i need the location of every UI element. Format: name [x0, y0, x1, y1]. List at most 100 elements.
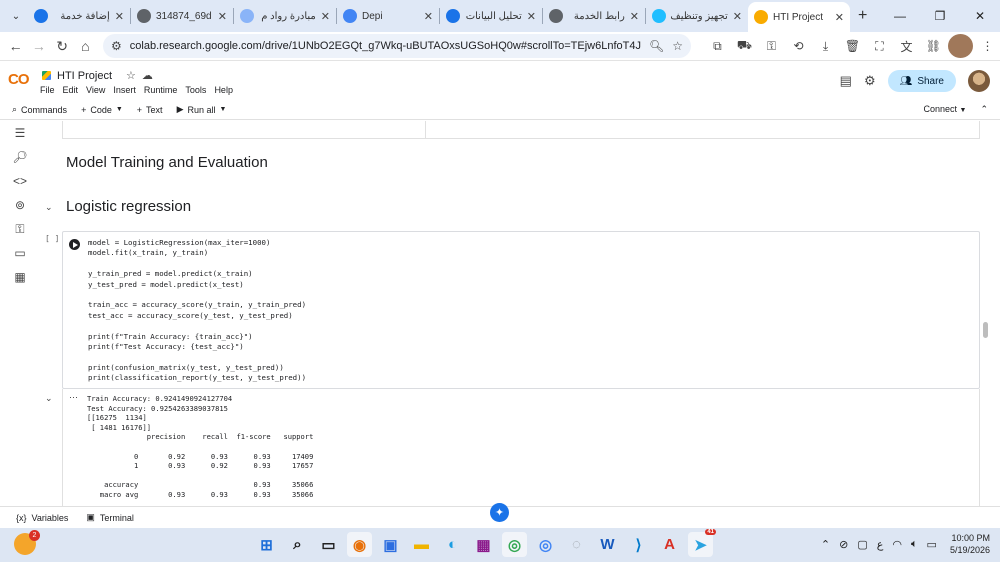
- browser-tab[interactable]: تجهيز وتنظيف ✕: [646, 3, 748, 29]
- notebook-title[interactable]: HTI Project: [57, 70, 112, 82]
- search-icon[interactable]: ⌕: [285, 532, 310, 557]
- back-icon[interactable]: ←: [4, 33, 27, 59]
- code-editor[interactable]: model = LogisticRegression(max_iter=1000…: [88, 238, 306, 383]
- close-tab-icon[interactable]: ✕: [321, 10, 330, 23]
- chrome-icon[interactable]: ◎: [502, 532, 527, 557]
- bookmark-star-icon[interactable]: ☆: [672, 39, 683, 53]
- scrollbar-thumb[interactable]: [983, 322, 988, 338]
- settings-icon[interactable]: ⚙: [864, 73, 876, 89]
- menu-runtime[interactable]: Runtime: [144, 85, 178, 95]
- history-icon[interactable]: ⟲: [786, 34, 811, 58]
- screenshot-icon[interactable]: ⛶: [867, 34, 892, 58]
- home-icon[interactable]: ⌂: [74, 33, 97, 59]
- wifi-icon[interactable]: ◠: [892, 538, 902, 551]
- close-tab-icon[interactable]: ✕: [115, 10, 124, 23]
- close-tab-icon[interactable]: ✕: [527, 10, 536, 23]
- chevron-up-icon[interactable]: ⌃: [980, 104, 988, 115]
- data-table-icon[interactable]: ▦: [0, 265, 40, 289]
- share-button[interactable]: 👥︎ Share: [887, 70, 956, 92]
- word-icon[interactable]: W: [595, 532, 620, 557]
- translate-icon[interactable]: 文: [894, 34, 919, 58]
- vscode-icon[interactable]: ⟩: [626, 532, 651, 557]
- chevron-down-icon[interactable]: ▼: [960, 107, 967, 114]
- output-menu-icon[interactable]: ⋯: [69, 392, 78, 403]
- chevron-down-icon[interactable]: ▼: [116, 106, 123, 113]
- find-icon[interactable]: 🔎︎: [0, 145, 40, 169]
- menu-view[interactable]: View: [86, 85, 105, 95]
- maximize-icon[interactable]: ❐: [920, 0, 960, 32]
- connect-button[interactable]: Connect ▼: [923, 104, 966, 115]
- store-icon[interactable]: ▣: [378, 532, 403, 557]
- extension-car-icon[interactable]: ⛟: [732, 34, 757, 58]
- cloud-icon[interactable]: ☁: [142, 69, 153, 82]
- browser-tab[interactable]: تحليل البيانات ✕: [440, 3, 542, 29]
- menu-file[interactable]: File: [40, 85, 55, 95]
- chevron-down-icon[interactable]: ▼: [220, 106, 227, 113]
- files-folder-icon[interactable]: ▭: [0, 241, 40, 265]
- battery-icon[interactable]: ▭: [927, 538, 937, 551]
- menu-tools[interactable]: Tools: [185, 85, 206, 95]
- browser-tab[interactable]: إضافة خدمة ✕: [28, 3, 130, 29]
- gemini-icon[interactable]: ✦: [490, 503, 509, 522]
- new-tab-button[interactable]: +: [858, 7, 867, 25]
- collapse-output-icon[interactable]: ⌄: [45, 393, 53, 404]
- chevron-up-icon[interactable]: ⌃: [821, 538, 830, 551]
- code-cell[interactable]: model = LogisticRegression(max_iter=1000…: [62, 231, 980, 389]
- edge-icon[interactable]: ◐: [440, 532, 465, 557]
- browser-menu-icon[interactable]: ⋮: [975, 34, 1000, 58]
- table-of-contents-icon[interactable]: ☰: [0, 121, 40, 145]
- colab-logo[interactable]: CO: [8, 71, 29, 88]
- terminal-button[interactable]: ▣ Terminal: [86, 512, 134, 523]
- file-explorer-icon[interactable]: ▬: [409, 532, 434, 557]
- language-indicator[interactable]: ع: [877, 538, 884, 551]
- clock[interactable]: 10:00 PM 5/19/2026: [950, 532, 990, 556]
- add-text-button[interactable]: + Text: [137, 105, 163, 115]
- star-icon[interactable]: ☆: [126, 69, 136, 82]
- battery-saver-icon[interactable]: ⊘: [839, 538, 848, 551]
- browser-tab[interactable]: HTI Project ✕: [748, 2, 850, 32]
- minimize-icon[interactable]: —: [880, 0, 920, 32]
- zoom-icon[interactable]: 🔍︎: [649, 39, 664, 53]
- secrets-key-icon[interactable]: ⚿: [0, 217, 40, 241]
- close-tab-icon[interactable]: ✕: [733, 10, 742, 23]
- volume-icon[interactable]: 🔈︎: [911, 538, 918, 551]
- menu-help[interactable]: Help: [214, 85, 233, 95]
- variables-button[interactable]: {x} Variables: [16, 513, 68, 523]
- run-all-button[interactable]: ▶ Run all ▼: [177, 104, 227, 115]
- commands-button[interactable]: ⌕ Commands: [12, 104, 67, 115]
- omnibox[interactable]: ⚙ colab.research.google.com/drive/1UNbO2…: [103, 34, 691, 58]
- browser-tab[interactable]: مبادرة رواد م ✕: [234, 3, 336, 29]
- variables-inspector-icon[interactable]: ⊚: [0, 193, 40, 217]
- app-icon[interactable]: ◌: [564, 532, 589, 557]
- delete-icon[interactable]: 🗑︎: [840, 34, 865, 58]
- url-text[interactable]: colab.research.google.com/drive/1UNbO2EG…: [130, 40, 641, 52]
- app-tray-icon[interactable]: ▢: [857, 538, 867, 551]
- comment-icon[interactable]: ▤: [840, 73, 852, 89]
- add-code-button[interactable]: + Code ▼: [81, 105, 123, 115]
- menu-insert[interactable]: Insert: [113, 85, 136, 95]
- tab-search-button[interactable]: ⌄: [4, 4, 28, 28]
- task-view-icon[interactable]: ▭: [316, 532, 341, 557]
- chrome-profile-icon[interactable]: ◎: [533, 532, 558, 557]
- menu-edit[interactable]: Edit: [63, 85, 79, 95]
- download-icon[interactable]: ⤓: [813, 34, 838, 58]
- windows-start-icon[interactable]: ⊞: [254, 532, 279, 557]
- browser-tab[interactable]: Depi ✕: [337, 3, 439, 29]
- browser-tab[interactable]: 314874_69d ✕: [131, 3, 233, 29]
- collapse-section-icon[interactable]: ⌄: [45, 202, 53, 213]
- extensions-icon[interactable]: ⧉: [705, 34, 730, 58]
- close-tab-icon[interactable]: ✕: [835, 11, 844, 24]
- weather-widget-icon[interactable]: 2: [14, 530, 40, 555]
- acrobat-icon[interactable]: A: [657, 532, 682, 557]
- close-tab-icon[interactable]: ✕: [424, 10, 433, 23]
- link-icon[interactable]: ⛓: [921, 34, 946, 58]
- copilot-icon[interactable]: ◉: [347, 532, 372, 557]
- run-cell-button[interactable]: [69, 239, 80, 250]
- winrar-icon[interactable]: ▦: [471, 532, 496, 557]
- reload-icon[interactable]: ↻: [51, 33, 74, 59]
- close-window-icon[interactable]: ✕: [960, 0, 1000, 32]
- user-avatar[interactable]: [968, 70, 990, 92]
- extension-key-icon[interactable]: ⚿: [759, 34, 784, 58]
- profile-avatar-icon[interactable]: [947, 34, 973, 58]
- site-info-icon[interactable]: ⚙: [111, 39, 122, 53]
